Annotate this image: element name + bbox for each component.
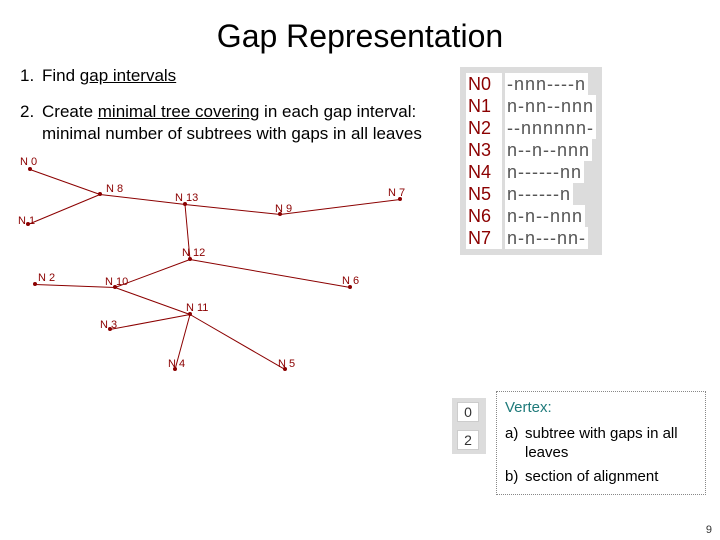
step-2: 2. Create minimal tree covering in each … — [20, 101, 460, 145]
vertex-item-a-text: subtree with gaps in all leaves — [525, 424, 697, 463]
alignment-row-name: N0 — [466, 73, 502, 95]
tree-edge — [115, 287, 190, 315]
alignment-row-seq: n-nn--nnn — [505, 95, 596, 117]
tree-label-n5: N 5 — [278, 358, 295, 370]
tree-label-n2: N 2 — [38, 272, 55, 284]
step-1-underlined: gap intervals — [80, 66, 176, 85]
tree-label-n8: N 8 — [106, 183, 123, 195]
right-column: N0-nnn----nN1n-nn--nnnN2--nnnnnn-N3n--n-… — [460, 65, 700, 399]
alignment-row: N4n------nn — [466, 161, 596, 183]
alignment-row: N6n-n--nnn — [466, 205, 596, 227]
alignment-row: N1n-nn--nnn — [466, 95, 596, 117]
tree-label-n1: N 1 — [18, 215, 35, 227]
vertex-item-a: a) subtree with gaps in all leaves — [505, 424, 697, 463]
tree-edge — [190, 259, 350, 288]
tree-edge — [190, 314, 285, 370]
vertex-item-b: b) section of alignment — [505, 467, 697, 487]
page-number: 9 — [706, 524, 712, 536]
tree-label-n6: N 6 — [342, 275, 359, 287]
alignment-row: N2--nnnnnn- — [466, 117, 596, 139]
mini-alignment: 02 — [452, 398, 486, 454]
alignment-row: N0-nnn----n — [466, 73, 596, 95]
tree-edge — [280, 199, 400, 215]
alignment-row-name: N2 — [466, 117, 502, 139]
tree-label-n3: N 3 — [100, 319, 117, 331]
mini-alignment-cell: 2 — [457, 430, 479, 450]
tree-node-n8 — [98, 192, 102, 196]
alignment-row-seq: --nnnnnn- — [505, 117, 596, 139]
step-1: 1. Find gap intervals — [20, 65, 460, 87]
step-2-text: Create minimal tree covering in each gap… — [42, 101, 460, 145]
vertex-item-b-text: section of alignment — [525, 467, 658, 487]
tree-label-n9: N 9 — [275, 203, 292, 215]
tree-node-n2 — [33, 282, 37, 286]
alignment-row: N7n-n---nn- — [466, 227, 596, 249]
tree-label-n12: N 12 — [182, 247, 205, 259]
tree-label-n7: N 7 — [388, 187, 405, 199]
tree-label-n4: N 4 — [168, 358, 185, 370]
tree-label-n0: N 0 — [20, 156, 37, 168]
alignment-row-seq: n-n---nn- — [505, 227, 588, 249]
tree-label-n11: N 11 — [186, 302, 208, 314]
tree-edge — [185, 204, 280, 215]
slide-title: Gap Representation — [0, 0, 720, 65]
tree-edge — [100, 194, 185, 205]
tree-edge — [28, 194, 100, 225]
vertex-item-b-letter: b) — [505, 467, 525, 487]
alignment-row-name: N7 — [466, 227, 502, 249]
step-2-underlined: minimal tree covering — [98, 102, 260, 121]
alignment-table: N0-nnn----nN1n-nn--nnnN2--nnnnnn-N3n--n-… — [460, 67, 602, 255]
step-1-number: 1. — [20, 65, 42, 87]
vertex-title: Vertex: — [505, 398, 697, 418]
tree-edge — [35, 284, 115, 288]
alignment-row-seq: n------n — [505, 183, 573, 205]
step-1-pre: Find — [42, 66, 80, 85]
alignment-row-name: N3 — [466, 139, 502, 161]
tree-label-n13: N 13 — [175, 192, 198, 204]
alignment-row-seq: n------nn — [505, 161, 584, 183]
content-row: 1. Find gap intervals 2. Create minimal … — [0, 65, 720, 399]
tree-label-n10: N 10 — [105, 276, 128, 288]
tree-edge — [30, 169, 100, 195]
alignment-row-name: N1 — [466, 95, 502, 117]
step-1-text: Find gap intervals — [42, 65, 176, 87]
alignment-row: N5n------n — [466, 183, 596, 205]
alignment-row-name: N4 — [466, 161, 502, 183]
vertex-item-a-letter: a) — [505, 424, 525, 463]
alignment-row: N3n--n--nnn — [466, 139, 596, 161]
alignment-row-seq: -nnn----n — [505, 73, 588, 95]
alignment-row-name: N6 — [466, 205, 502, 227]
tree-edge — [110, 314, 190, 330]
left-column: 1. Find gap intervals 2. Create minimal … — [20, 65, 460, 399]
vertex-definition-box: Vertex: a) subtree with gaps in all leav… — [496, 391, 706, 495]
mini-alignment-cell: 0 — [457, 402, 479, 422]
step-2-number: 2. — [20, 101, 42, 145]
alignment-row-name: N5 — [466, 183, 502, 205]
alignment-row-seq: n--n--nnn — [505, 139, 592, 161]
tree-diagram: N 0 N 1 N 8 N 13 N 9 N 7 N 12 N 2 N 10 N 6 N 11 N 3… — [20, 159, 440, 399]
alignment-row-seq: n-n--nnn — [505, 205, 585, 227]
step-2-pre: Create — [42, 102, 98, 121]
